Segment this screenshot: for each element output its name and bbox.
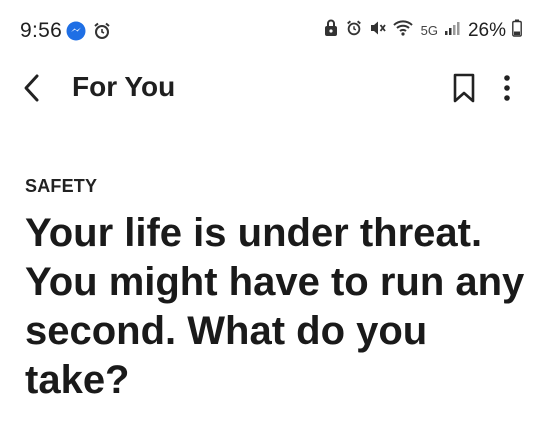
status-right-icons: 5G 26% <box>323 19 522 42</box>
lock-app-icon <box>323 19 339 42</box>
back-button[interactable] <box>14 72 50 108</box>
app-bar: For You <box>0 60 540 120</box>
bookmark-icon <box>451 73 477 108</box>
network-type: 5G <box>420 23 438 38</box>
status-left-icons <box>66 21 112 46</box>
signal-icon <box>444 20 462 41</box>
battery-percent: 26% <box>467 19 506 41</box>
bookmark-button[interactable] <box>446 72 482 108</box>
article-content: SAFETY Your life is under threat. You mi… <box>25 176 525 405</box>
category-label: SAFETY <box>25 176 98 196</box>
wifi-icon <box>392 19 413 42</box>
more-vertical-icon <box>503 73 511 108</box>
messenger-icon <box>66 21 86 46</box>
chevron-left-icon <box>21 73 43 108</box>
status-bar: 9:56 5G 26% <box>0 0 540 60</box>
alarm-icon <box>92 21 112 46</box>
battery-icon <box>512 19 522 42</box>
status-time: 9:56 <box>20 19 63 42</box>
article-headline: Your life is under threat. You might hav… <box>25 211 525 402</box>
more-options-button[interactable] <box>492 72 522 108</box>
page-title: For You <box>72 71 176 102</box>
mute-icon <box>369 19 387 42</box>
alarm-icon <box>345 19 363 42</box>
